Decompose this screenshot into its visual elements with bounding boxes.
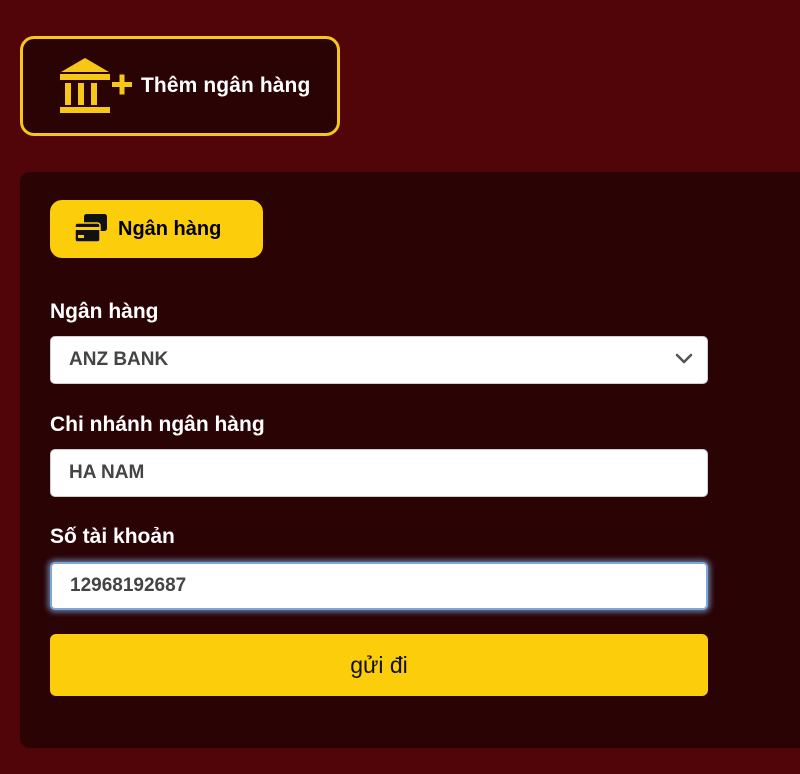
bank-select-value: ANZ BANK [69,349,169,370]
bank-select-label: Ngân hàng [50,300,159,323]
bank-select[interactable]: ANZ BANK [50,336,708,384]
account-number-value: 12968192687 [70,575,187,596]
branch-input-value: HA NAM [69,462,145,483]
tab-bank-label: Ngân hàng [118,217,222,240]
bank-form-panel: Ngân hàng Ngân hàng ANZ BANK Chi nhánh n… [20,172,800,748]
credit-card-icon [74,214,107,243]
account-number-input[interactable]: 12968192687 [50,562,708,610]
add-bank-button[interactable]: Thêm ngân hàng [20,36,340,136]
chevron-down-icon [675,353,693,364]
submit-button[interactable]: gửi đi [50,634,708,696]
bank-plus-icon [60,58,132,113]
add-bank-label: Thêm ngân hàng [141,74,311,97]
submit-button-label: gửi đi [350,651,408,678]
branch-input[interactable]: HA NAM [50,449,708,497]
tab-bank[interactable]: Ngân hàng [50,200,263,258]
account-number-label: Số tài khoản [50,525,175,548]
branch-field-label: Chi nhánh ngân hàng [50,413,265,436]
